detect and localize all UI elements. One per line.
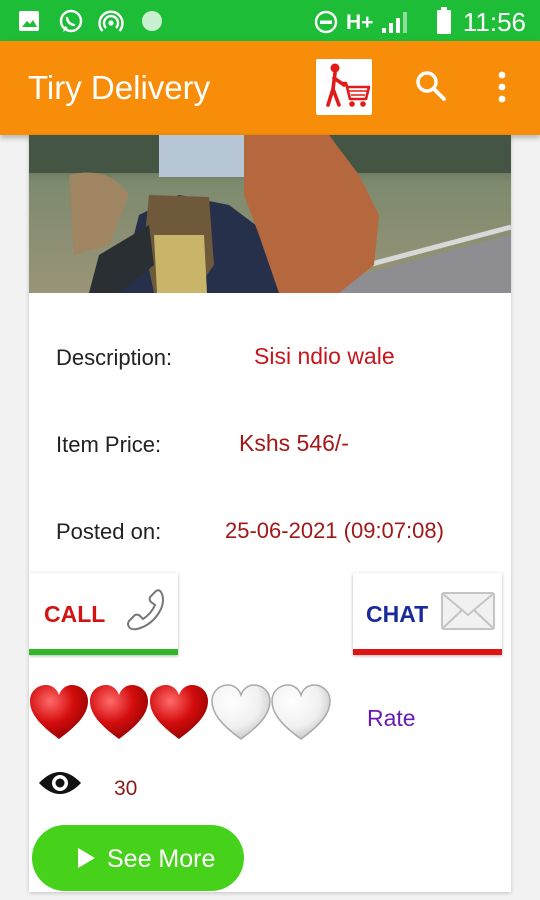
more-vert-icon[interactable] [492,69,512,105]
do-not-disturb-icon [314,10,338,34]
posted-value: 25-06-2021 (09:07:08) [225,518,444,543]
play-icon [78,848,95,868]
whatsapp-icon [59,9,83,33]
rate-link[interactable]: Rate [367,705,416,732]
description-value: Sisi ndio wale [254,343,395,369]
heart-filled-icon[interactable] [149,683,209,743]
see-more-label: See More [107,845,216,873]
price-value: Kshs 546/- [239,430,349,456]
price-label: Item Price: [56,432,162,457]
status-bar: H+ 11:56 [0,0,540,41]
view-count: 30 [114,777,138,800]
phone-icon [127,589,164,631]
eye-icon [39,772,81,794]
battery-icon [437,7,451,34]
heart-filled-icon[interactable] [29,683,89,743]
chat-button-label: CHAT [366,601,429,627]
status-time: 11:56 [462,7,526,37]
network-type: H+ [346,11,374,34]
cart-person-logo-icon[interactable] [316,59,372,115]
app-title: Tiry Delivery [28,69,211,106]
call-button-label: CALL [44,601,106,627]
hotspot-icon [98,10,124,32]
app-bar: Tiry Delivery [0,41,540,135]
envelope-icon [441,592,495,630]
heart-filled-icon[interactable] [89,683,149,743]
call-button[interactable]: CALL [29,573,178,655]
see-more-button[interactable]: See More [32,825,244,891]
heart-empty-icon[interactable] [271,683,331,743]
notification-dot-icon [142,11,162,31]
listing-card: Description: Sisi ndio wale Item Price: … [29,135,511,892]
listing-photo[interactable] [29,135,511,293]
description-label: Description: [56,345,173,370]
image-icon [19,11,39,31]
chat-button[interactable]: CHAT [353,573,502,655]
search-icon[interactable] [414,69,448,103]
posted-label: Posted on: [56,519,162,544]
heart-empty-icon[interactable] [211,683,271,743]
signal-icon [382,12,407,33]
